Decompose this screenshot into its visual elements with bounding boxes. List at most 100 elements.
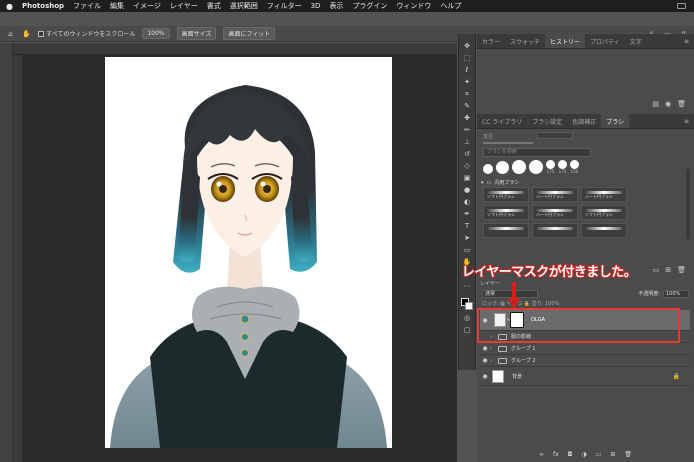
brush-preset[interactable] bbox=[496, 161, 509, 174]
brush-item[interactable]: ハード円ブラシ bbox=[581, 187, 627, 202]
brush-preset[interactable]: 150 bbox=[570, 160, 579, 174]
tab-properties[interactable]: プロパティ bbox=[585, 34, 625, 48]
healing-brush-icon[interactable]: ✚ bbox=[462, 114, 472, 122]
blur-tool-icon[interactable]: ● bbox=[462, 186, 472, 194]
tab-adjustments[interactable]: 色調補正 bbox=[567, 114, 601, 128]
stamp-tool-icon[interactable]: ⊥ bbox=[462, 138, 472, 146]
apple-icon[interactable]: ● bbox=[6, 2, 13, 11]
new-group-icon[interactable]: ▭ bbox=[653, 266, 660, 274]
fx-icon[interactable]: fx bbox=[553, 451, 559, 458]
brush-preset[interactable] bbox=[483, 164, 493, 174]
layers-tab[interactable]: レイヤー bbox=[480, 280, 500, 287]
brush-item[interactable] bbox=[532, 223, 578, 238]
opacity-field[interactable]: 100% bbox=[663, 289, 689, 298]
tab-brush-settings[interactable]: ブラシ設定 bbox=[527, 114, 567, 128]
brush-preset[interactable]: 175 bbox=[558, 160, 567, 174]
quick-mask-icon[interactable]: ◎ bbox=[462, 314, 472, 322]
brush-item[interactable]: ハード円ブラシ bbox=[532, 205, 578, 220]
menu-item-image[interactable]: イメージ bbox=[133, 1, 161, 11]
brush-item[interactable]: ハード円ブラシ bbox=[532, 187, 578, 202]
pen-tool-icon[interactable]: ✒ bbox=[462, 210, 472, 218]
menu-item-file[interactable]: ファイル bbox=[73, 1, 101, 11]
delete-icon[interactable]: 🗑 bbox=[677, 100, 686, 108]
magic-wand-icon[interactable]: ✦ bbox=[462, 78, 472, 86]
brush-size-slider[interactable] bbox=[483, 142, 533, 144]
new-group-icon[interactable]: ▭ bbox=[596, 451, 602, 458]
lasso-tool-icon[interactable]: ℓ bbox=[462, 66, 472, 74]
fill-screen-button[interactable]: 画面にフィット bbox=[223, 27, 276, 40]
brush-search-input[interactable]: ブラシを検索 bbox=[483, 148, 591, 157]
brush-item[interactable]: ソフト円ブラシ bbox=[483, 205, 529, 220]
color-swatches[interactable] bbox=[461, 298, 473, 310]
layer-row-background[interactable]: ◉ 背景 🔒 bbox=[480, 367, 690, 386]
crop-tool-icon[interactable]: ⌗ bbox=[462, 90, 472, 98]
brush-preset[interactable] bbox=[529, 160, 543, 174]
app-menu[interactable]: Photoshop bbox=[22, 2, 64, 10]
brush-size-field[interactable] bbox=[537, 132, 573, 139]
menu-item-3d[interactable]: 3D bbox=[311, 2, 321, 10]
tab-history[interactable]: ヒストリー bbox=[545, 34, 586, 48]
fit-screen-button[interactable]: 画面サイズ bbox=[176, 27, 217, 40]
delete-icon[interactable]: 🗑 bbox=[677, 266, 686, 274]
scroll-all-windows-checkbox[interactable]: すべてのウィンドウをスクロール bbox=[38, 29, 135, 38]
tab-swatches[interactable]: スウォッチ bbox=[505, 34, 545, 48]
gradient-tool-icon[interactable]: ▣ bbox=[462, 174, 472, 182]
snapshot-icon[interactable]: ◉ bbox=[665, 100, 671, 108]
tab-cc-libraries[interactable]: CC ライブラリ bbox=[477, 114, 527, 128]
brush-preset[interactable]: 175 bbox=[546, 160, 555, 174]
brush-tool-icon[interactable]: ✏ bbox=[462, 126, 472, 134]
menu-item-view[interactable]: 表示 bbox=[329, 1, 343, 11]
layer-row-group-2[interactable]: ◉ › グループ 2 bbox=[480, 355, 690, 367]
hand-tool-icon[interactable]: ✋ bbox=[22, 29, 31, 38]
menu-item-plugins[interactable]: プラグイン bbox=[352, 1, 387, 11]
history-brush-icon[interactable]: ↺ bbox=[462, 150, 472, 158]
brush-item[interactable]: ソフト円ブラシ bbox=[483, 187, 529, 202]
menu-item-select[interactable]: 選択範囲 bbox=[230, 1, 258, 11]
tab-color[interactable]: カラー bbox=[477, 34, 505, 48]
eye-icon[interactable]: ◉ bbox=[480, 373, 490, 380]
new-layer-icon[interactable]: ⊞ bbox=[610, 451, 615, 458]
add-mask-icon[interactable]: ◘ bbox=[568, 451, 573, 458]
adjustment-layer-icon[interactable]: ◑ bbox=[581, 451, 586, 458]
marquee-tool-icon[interactable]: ⬚ bbox=[462, 54, 472, 62]
menu-item-edit[interactable]: 編集 bbox=[110, 1, 124, 11]
menu-item-filter[interactable]: フィルター bbox=[267, 1, 302, 11]
menu-item-help[interactable]: ヘルプ bbox=[440, 1, 461, 11]
chevron-right-icon[interactable]: › bbox=[490, 358, 498, 364]
new-document-icon[interactable]: ▤ bbox=[652, 100, 659, 108]
zoom-100-button[interactable]: 100% bbox=[142, 28, 170, 39]
path-select-icon[interactable]: ➤ bbox=[462, 234, 472, 242]
new-brush-icon[interactable]: ⊞ bbox=[665, 266, 671, 274]
brush-preset[interactable] bbox=[512, 160, 526, 174]
background-color[interactable] bbox=[465, 302, 473, 310]
home-icon[interactable]: ⌂ bbox=[6, 29, 15, 38]
menu-item-layer[interactable]: レイヤー bbox=[170, 1, 198, 11]
eraser-tool-icon[interactable]: ◇ bbox=[462, 162, 472, 170]
more-tools-icon[interactable]: ⋯ bbox=[462, 282, 472, 290]
brush-item[interactable]: ソフト円ブラシ bbox=[581, 205, 627, 220]
move-tool-icon[interactable]: ✥ bbox=[462, 42, 472, 50]
type-tool-icon[interactable]: T bbox=[462, 222, 472, 230]
eye-icon[interactable]: ◉ bbox=[480, 357, 490, 364]
screen-mode-icon[interactable]: ▢ bbox=[462, 326, 472, 334]
layer-row-group-1[interactable]: ◉ › グループ 1 bbox=[480, 343, 690, 355]
tab-brushes[interactable]: ブラシ bbox=[601, 114, 630, 128]
brush-group-header[interactable]: ▾ ▭ 汎用ブラシ bbox=[481, 179, 519, 187]
document-canvas[interactable] bbox=[105, 57, 392, 448]
link-layers-icon[interactable]: ∞ bbox=[539, 451, 544, 458]
tab-character[interactable]: 文字 bbox=[625, 34, 647, 48]
eyedropper-icon[interactable]: ✎ bbox=[462, 102, 472, 110]
shape-tool-icon[interactable]: ▭ bbox=[462, 246, 472, 254]
panel-menu-icon[interactable]: ≡ bbox=[684, 114, 694, 128]
brush-item[interactable] bbox=[483, 223, 529, 238]
menu-item-window[interactable]: ウィンドウ bbox=[396, 1, 431, 11]
panel-menu-icon[interactable]: ≡ bbox=[684, 34, 694, 48]
menu-item-type[interactable]: 書式 bbox=[207, 1, 221, 11]
eye-icon[interactable]: ◉ bbox=[480, 345, 490, 352]
chevron-right-icon[interactable]: › bbox=[490, 346, 498, 352]
delete-icon[interactable]: 🗑 bbox=[624, 451, 632, 458]
brush-scrollbar[interactable] bbox=[686, 169, 690, 239]
dodge-tool-icon[interactable]: ◐ bbox=[462, 198, 472, 206]
canvas-area[interactable] bbox=[13, 43, 457, 462]
brush-item[interactable] bbox=[581, 223, 627, 238]
